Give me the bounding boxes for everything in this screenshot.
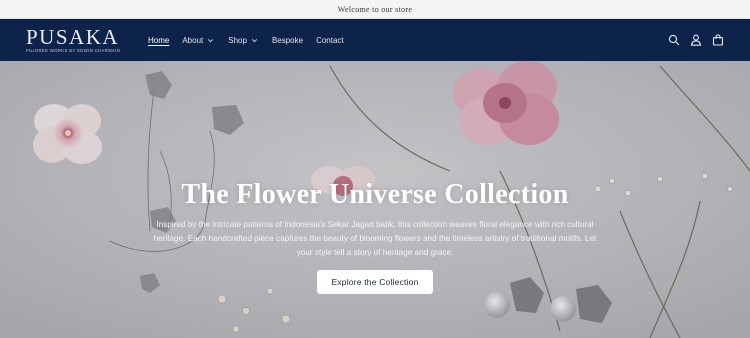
site-header: PUSAKA FILIGREE WORKS BY EDWIN CHARMAIN … xyxy=(0,19,750,61)
hero-title: The Flower Universe Collection xyxy=(181,179,569,210)
explore-collection-button[interactable]: Explore the Collection xyxy=(317,270,433,294)
nav-item-bespoke[interactable]: Bespoke xyxy=(272,36,303,45)
chevron-down-icon xyxy=(208,38,214,42)
hero-content: The Flower Universe Collection Inspired … xyxy=(0,61,750,338)
nav-item-label: About xyxy=(182,35,204,45)
nav-item-label: Bespoke xyxy=(271,35,304,45)
nav-item-contact[interactable]: Contact xyxy=(316,36,344,45)
nav-item-label: Shop xyxy=(228,35,247,45)
announcement-bar: Welcome to our store xyxy=(0,0,750,19)
nav-item-shop[interactable]: Shop xyxy=(228,36,259,45)
account-icon[interactable] xyxy=(690,34,702,46)
hero-banner: The Flower Universe Collection Inspired … xyxy=(0,61,750,338)
logo[interactable]: PUSAKA FILIGREE WORKS BY EDWIN CHARMAIN xyxy=(26,25,136,54)
nav-item-label: Home xyxy=(148,35,170,45)
chevron-down-icon xyxy=(251,38,258,42)
logo-subtitle: FILIGREE WORKS BY EDWIN CHARMAIN xyxy=(26,48,121,53)
main-nav: Home About Shop Bespoke Contact xyxy=(148,36,357,45)
nav-item-label: Contact xyxy=(316,35,344,45)
hero-description: Inspired by the intricate patterns of In… xyxy=(153,220,597,257)
header-icons xyxy=(658,19,724,61)
logo-wordmark: PUSAKA xyxy=(26,25,120,49)
search-icon[interactable] xyxy=(668,34,680,46)
cart-icon[interactable] xyxy=(712,34,724,46)
nav-item-home[interactable]: Home xyxy=(148,36,169,45)
announcement-text: Welcome to our store xyxy=(337,4,413,14)
nav-item-about[interactable]: About xyxy=(182,36,215,45)
